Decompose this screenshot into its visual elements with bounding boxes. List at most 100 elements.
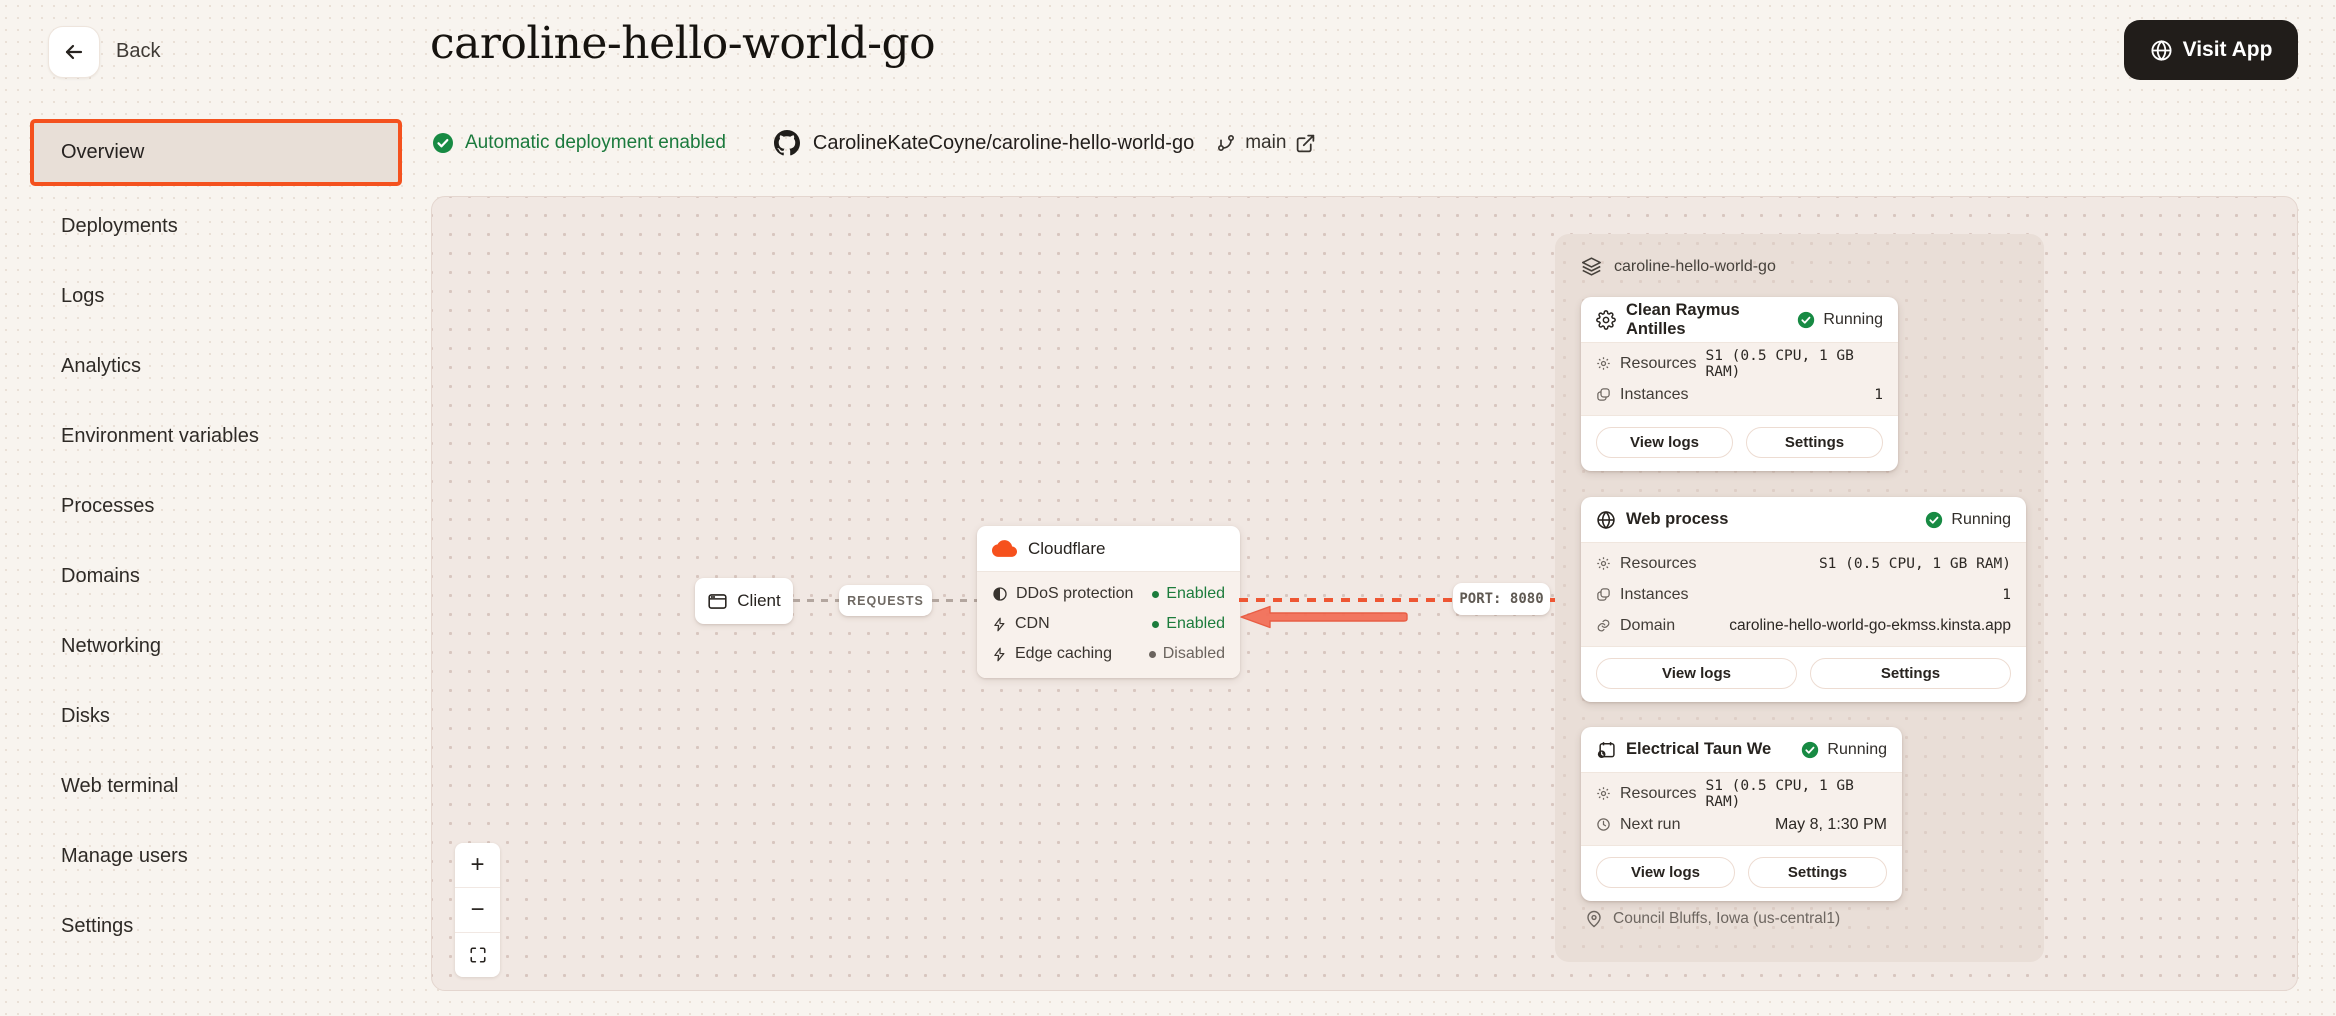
settings-button[interactable]: Settings: [1746, 427, 1883, 458]
row-value: S1 (0.5 CPU, 1 GB RAM): [1819, 556, 2011, 572]
sidebar-item-disks[interactable]: Disks: [30, 681, 402, 751]
process-card-header: Electrical Taun We Running: [1581, 727, 1902, 772]
sidebar-item-label: Overview: [61, 141, 144, 164]
app-overview-page: Back caroline-hello-world-go Visit App A…: [0, 0, 2336, 1016]
process-card-web-process: Web process Running Resources S1 (0.5 CP…: [1581, 497, 2026, 702]
sidebar-item-manage-users[interactable]: Manage users: [30, 821, 402, 891]
sidebar-item-label: Networking: [61, 635, 161, 658]
row-label: Instances: [1620, 586, 1688, 604]
status-dot: [1152, 621, 1159, 628]
location-label: Council Bluffs, Iowa (us-central1): [1613, 910, 1840, 928]
row-label: Resources: [1620, 555, 1696, 573]
minus-icon: −: [470, 896, 484, 924]
view-logs-button[interactable]: View logs: [1596, 658, 1797, 689]
back-label: Back: [116, 40, 160, 63]
request-flow-line: [932, 599, 977, 602]
gear-small-icon: [1596, 356, 1611, 371]
auto-deploy-label: Automatic deployment enabled: [465, 132, 726, 154]
sidebar-item-label: Processes: [61, 495, 154, 518]
next-run-row: Next run May 8, 1:30 PM: [1596, 809, 1887, 840]
request-flow-line: [793, 599, 839, 602]
view-logs-button[interactable]: View logs: [1596, 857, 1735, 888]
status-row: Automatic deployment enabled CarolineKat…: [432, 128, 1316, 158]
sidebar-item-processes[interactable]: Processes: [30, 471, 402, 541]
sidebar-item-logs[interactable]: Logs: [30, 261, 402, 331]
fit-view-button[interactable]: [455, 933, 500, 977]
zoom-out-button[interactable]: −: [455, 888, 500, 932]
canvas-zoom-controls: + −: [455, 843, 500, 977]
port-flow-line: [1239, 598, 1453, 602]
status-dot: [1152, 591, 1159, 598]
process-card-header: Clean Raymus Antilles Running: [1581, 297, 1898, 342]
sidebar-item-environment-variables[interactable]: Environment variables: [30, 401, 402, 471]
scheduled-job-icon: [1596, 740, 1616, 760]
process-card-footer: View logs Settings: [1581, 647, 2026, 702]
check-circle-icon: [1925, 511, 1943, 529]
auto-deploy-status: Automatic deployment enabled: [432, 132, 726, 154]
sidebar-item-web-terminal[interactable]: Web terminal: [30, 751, 402, 821]
status-dot: [1149, 651, 1156, 658]
link-icon: [1596, 618, 1611, 633]
datacenter-location: Council Bluffs, Iowa (us-central1): [1585, 910, 1840, 928]
port-label: PORT: 8080: [1453, 583, 1550, 615]
sidebar-item-label: Disks: [61, 705, 110, 728]
sidebar-item-label: Deployments: [61, 215, 178, 238]
visit-app-button[interactable]: Visit App: [2124, 20, 2298, 80]
lightning-icon: [992, 617, 1007, 632]
repo-group: CarolineKateCoyne/caroline-hello-world-g…: [774, 130, 1194, 156]
sidebar-nav: Overview Deployments Logs Analytics Envi…: [30, 119, 402, 961]
row-label: Resources: [1620, 785, 1696, 803]
cloudflare-feature-row: DDoS protection Enabled: [992, 579, 1225, 609]
check-circle-icon: [1797, 311, 1815, 329]
annotation-arrow-left-icon: [1238, 603, 1408, 631]
row-label: Instances: [1620, 386, 1688, 404]
sidebar-item-label: Environment variables: [61, 425, 259, 448]
globe-icon: [2150, 39, 2173, 62]
sidebar-item-overview[interactable]: Overview: [30, 119, 402, 186]
check-circle-icon: [1801, 741, 1819, 759]
status-text: Disabled: [1163, 645, 1225, 663]
feature-status: Enabled: [1152, 615, 1225, 633]
sidebar-item-label: Web terminal: [61, 775, 178, 798]
feature-status: Disabled: [1149, 645, 1225, 663]
view-logs-button[interactable]: View logs: [1596, 427, 1733, 458]
gear-small-icon: [1596, 556, 1611, 571]
resources-row: Resources S1 (0.5 CPU, 1 GB RAM): [1596, 348, 1883, 379]
client-node: Client: [695, 578, 793, 624]
sidebar-item-domains[interactable]: Domains: [30, 541, 402, 611]
sidebar-item-deployments[interactable]: Deployments: [30, 191, 402, 261]
branch-group: main: [1216, 132, 1316, 154]
sidebar-item-settings[interactable]: Settings: [30, 891, 402, 961]
settings-button[interactable]: Settings: [1748, 857, 1887, 888]
clock-icon: [1596, 817, 1611, 832]
row-value: May 8, 1:30 PM: [1775, 816, 1887, 834]
zoom-in-button[interactable]: +: [455, 843, 500, 887]
app-group-panel: caroline-hello-world-go Clean Raymus Ant…: [1555, 234, 2044, 962]
cloudflare-title: Cloudflare: [1028, 539, 1106, 559]
status-badge: Running: [1801, 741, 1887, 759]
sidebar-item-label: Domains: [61, 565, 140, 588]
lightning-icon: [992, 647, 1007, 662]
shield-icon: [992, 586, 1008, 602]
instances-icon: [1596, 387, 1611, 402]
cloudflare-feature-row: Edge caching Disabled: [992, 639, 1225, 669]
settings-button[interactable]: Settings: [1810, 658, 2011, 689]
external-link-icon[interactable]: [1295, 133, 1316, 154]
row-value: 1: [2002, 587, 2011, 603]
process-title: Electrical Taun We: [1626, 740, 1771, 759]
process-title: Web process: [1626, 510, 1728, 529]
sidebar-item-analytics[interactable]: Analytics: [30, 331, 402, 401]
sidebar-item-networking[interactable]: Networking: [30, 611, 402, 681]
deployment-diagram-canvas[interactable]: Client REQUESTS Cloudflare DDoS protecti…: [431, 196, 2298, 991]
back-button[interactable]: [48, 26, 100, 78]
status-label: Running: [1827, 741, 1887, 759]
feature-label: CDN: [1015, 615, 1050, 633]
row-label: Resources: [1620, 355, 1696, 373]
status-text: Enabled: [1166, 615, 1225, 633]
row-label: Domain: [1620, 617, 1675, 635]
layers-icon: [1581, 256, 1602, 277]
instances-icon: [1596, 587, 1611, 602]
sidebar-item-label: Logs: [61, 285, 104, 308]
row-value: 1: [1874, 387, 1883, 403]
feature-label: DDoS protection: [1016, 585, 1133, 603]
